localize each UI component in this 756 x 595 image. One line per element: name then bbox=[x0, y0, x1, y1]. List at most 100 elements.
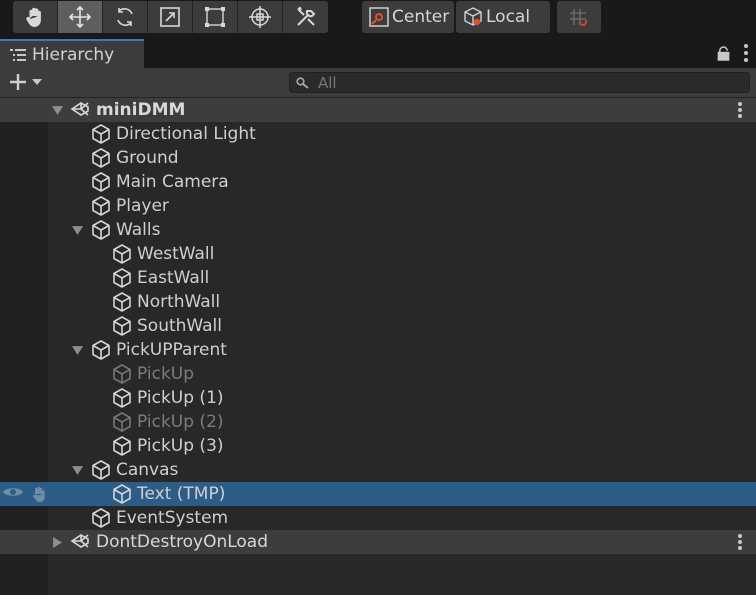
hierarchy-item[interactable]: Player bbox=[0, 194, 756, 218]
hierarchy-item[interactable]: NorthWall bbox=[0, 290, 756, 314]
main-toolbar: Center Local bbox=[0, 0, 756, 38]
hierarchy-item[interactable]: Ground bbox=[0, 146, 756, 170]
tab-actions bbox=[717, 44, 748, 62]
hierarchy-item-label: PickUp (2) bbox=[137, 412, 224, 432]
tab-label: Hierarchy bbox=[32, 44, 115, 65]
local-space-icon bbox=[464, 7, 482, 26]
hierarchy-item[interactable]: PickUp bbox=[0, 362, 756, 386]
transform-tool-button[interactable] bbox=[238, 1, 283, 33]
gameobject-cube-icon bbox=[111, 363, 133, 385]
visibility-toggles bbox=[2, 485, 48, 503]
search-icon bbox=[296, 76, 309, 89]
hierarchy-list-icon bbox=[10, 48, 26, 61]
gameobject-cube-icon bbox=[111, 315, 133, 337]
scene-row[interactable]: miniDMM bbox=[0, 98, 756, 122]
hierarchy-item[interactable]: PickUp (2) bbox=[0, 410, 756, 434]
hierarchy-item[interactable]: EastWall bbox=[0, 266, 756, 290]
hierarchy-item[interactable]: EventSystem bbox=[0, 506, 756, 530]
scale-tool-button[interactable] bbox=[148, 1, 193, 33]
pickable-hand-icon[interactable] bbox=[30, 485, 48, 503]
move-tool-button[interactable] bbox=[58, 1, 103, 33]
hierarchy-item-label: NorthWall bbox=[137, 292, 221, 312]
expand-arrow-icon[interactable] bbox=[70, 218, 84, 242]
dont-destroy-scene-row[interactable]: DontDestroyOnLoad bbox=[0, 530, 756, 554]
hierarchy-item-label: PickUPParent bbox=[116, 340, 227, 360]
hierarchy-item[interactable]: PickUp (1) bbox=[0, 386, 756, 410]
hierarchy-item-label: EastWall bbox=[137, 268, 210, 288]
hierarchy-item-label: SouthWall bbox=[137, 316, 222, 336]
pivot-rotation-label: Local bbox=[486, 7, 531, 27]
dont-destroy-menu-icon[interactable] bbox=[738, 534, 742, 550]
plus-icon bbox=[10, 74, 26, 90]
hand-tool-button[interactable] bbox=[13, 1, 58, 33]
hierarchy-item-label: Walls bbox=[116, 220, 161, 240]
scale-tool-icon bbox=[160, 7, 180, 27]
hierarchy-item-label: WestWall bbox=[137, 244, 215, 264]
expand-arrow-icon[interactable] bbox=[70, 338, 84, 362]
rotate-tool-icon bbox=[117, 8, 133, 26]
gameobject-cube-icon bbox=[90, 147, 112, 169]
gameobject-cube-icon bbox=[111, 267, 133, 289]
gameobject-cube-icon bbox=[111, 411, 133, 433]
rect-tool-button[interactable] bbox=[193, 1, 238, 33]
chevron-down-icon bbox=[32, 79, 42, 85]
custom-tool-button[interactable] bbox=[283, 1, 328, 33]
hierarchy-item-label: PickUp bbox=[137, 364, 195, 384]
gameobject-cube-icon bbox=[111, 483, 133, 505]
gameobject-cube-icon bbox=[90, 195, 112, 217]
pivot-mode-button[interactable]: Center bbox=[362, 1, 454, 33]
hierarchy-item[interactable]: Walls bbox=[0, 218, 756, 242]
gameobject-cube-icon bbox=[111, 291, 133, 313]
scene-menu-icon[interactable] bbox=[738, 102, 742, 118]
collapse-arrow-icon[interactable] bbox=[50, 530, 64, 554]
transform-tools-group bbox=[13, 1, 328, 33]
pivot-mode-label: Center bbox=[392, 7, 450, 27]
hierarchy-item-label: Text (TMP) bbox=[137, 484, 226, 504]
dont-destroy-label: DontDestroyOnLoad bbox=[96, 532, 269, 552]
hierarchy-item-label: Canvas bbox=[116, 460, 179, 480]
hierarchy-item-label: Directional Light bbox=[116, 124, 256, 144]
hierarchy-item[interactable]: SouthWall bbox=[0, 314, 756, 338]
grid-snap-button[interactable] bbox=[557, 1, 601, 33]
grid-snap-icon bbox=[570, 9, 587, 26]
gameobject-cube-icon bbox=[90, 507, 112, 529]
rect-tool-icon bbox=[205, 7, 225, 27]
move-tool-icon bbox=[68, 5, 92, 29]
hierarchy-item[interactable]: PickUPParent bbox=[0, 338, 756, 362]
hierarchy-item[interactable]: Text (TMP) bbox=[0, 482, 756, 506]
gameobject-cube-icon bbox=[90, 339, 112, 361]
expand-arrow-icon[interactable] bbox=[50, 98, 64, 122]
search-input[interactable] bbox=[318, 73, 718, 92]
hierarchy-item[interactable]: Canvas bbox=[0, 458, 756, 482]
panel-tab-bar: Hierarchy bbox=[0, 38, 756, 68]
unity-scene-icon bbox=[70, 531, 92, 553]
hierarchy-item[interactable]: Directional Light bbox=[0, 122, 756, 146]
gameobject-cube-icon bbox=[111, 387, 133, 409]
eye-icon[interactable] bbox=[2, 485, 24, 499]
create-dropdown-button[interactable] bbox=[8, 72, 42, 92]
hierarchy-item[interactable]: WestWall bbox=[0, 242, 756, 266]
hierarchy-item[interactable]: Main Camera bbox=[0, 170, 756, 194]
gameobject-cube-icon bbox=[111, 435, 133, 457]
kebab-menu-icon[interactable] bbox=[744, 44, 748, 62]
unity-scene-icon bbox=[70, 99, 92, 121]
gameobject-cube-icon bbox=[90, 459, 112, 481]
gameobject-cube-icon bbox=[90, 219, 112, 241]
expand-arrow-icon[interactable] bbox=[70, 458, 84, 482]
hierarchy-item-label: Ground bbox=[116, 148, 179, 168]
transform-tool-icon bbox=[249, 6, 271, 28]
scene-name: miniDMM bbox=[96, 100, 186, 120]
gameobject-cube-icon bbox=[90, 171, 112, 193]
hierarchy-item[interactable]: PickUp (3) bbox=[0, 434, 756, 458]
hierarchy-item-label: Player bbox=[116, 196, 169, 216]
gameobject-cube-icon bbox=[90, 123, 112, 145]
search-field[interactable] bbox=[289, 72, 750, 93]
rotate-tool-button[interactable] bbox=[103, 1, 148, 33]
hierarchy-item-label: Main Camera bbox=[116, 172, 229, 192]
custom-tool-icon bbox=[296, 6, 315, 26]
gameobject-cube-icon bbox=[111, 243, 133, 265]
hand-tool-icon bbox=[26, 7, 41, 27]
lock-icon[interactable] bbox=[717, 45, 730, 61]
tab-hierarchy[interactable]: Hierarchy bbox=[0, 39, 144, 68]
pivot-rotation-button[interactable]: Local bbox=[456, 1, 550, 33]
